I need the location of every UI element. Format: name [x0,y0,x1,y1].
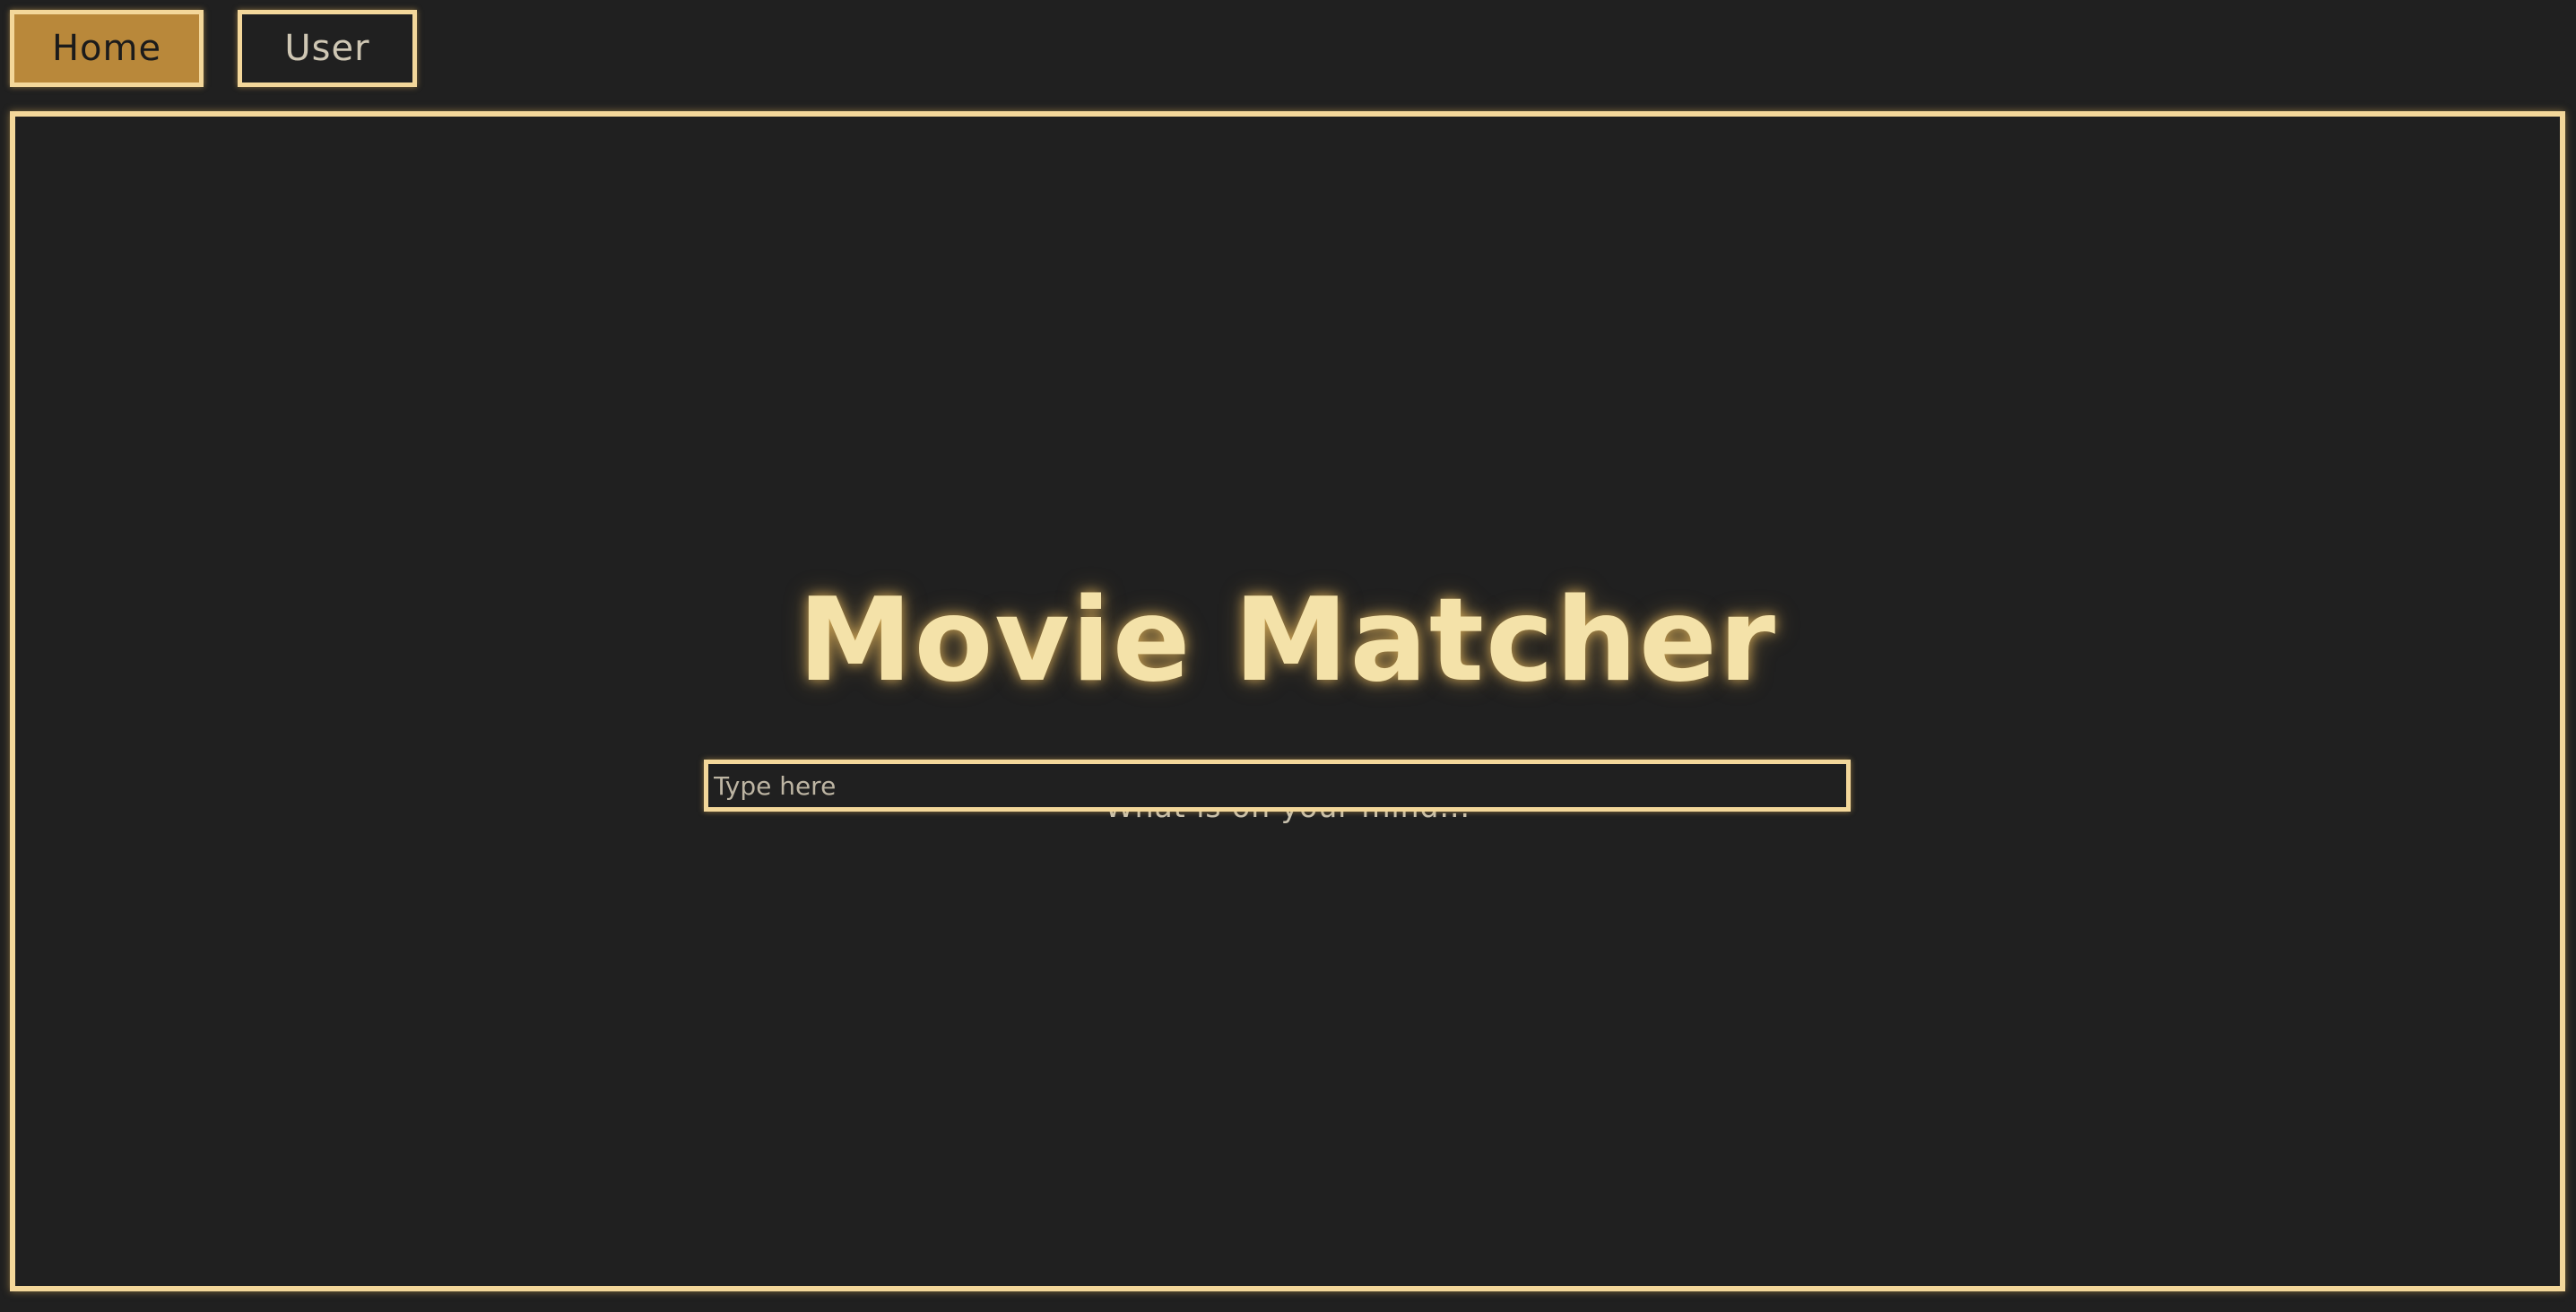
home-button-label: Home [51,28,162,69]
user-button-label: User [284,28,370,69]
user-button[interactable]: User [238,10,417,87]
main-panel: Movie Matcher What is on your mind... [10,111,2565,1291]
home-button[interactable]: Home [10,10,204,87]
search-input[interactable] [704,760,1851,812]
page-title: Movie Matcher [798,574,1777,708]
